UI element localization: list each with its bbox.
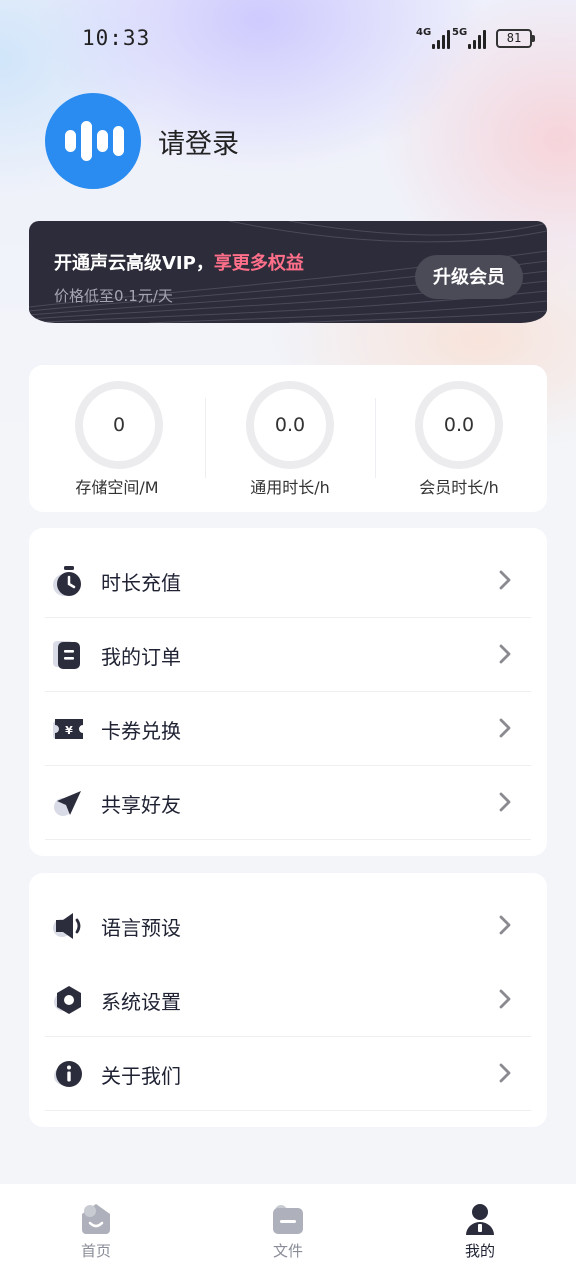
menu-item-orders[interactable]: 我的订单: [45, 618, 531, 692]
menu-item-label: 我的订单: [101, 645, 181, 669]
chevron-right-icon: [499, 570, 511, 590]
menu-item-settings[interactable]: 系统设置: [45, 963, 531, 1037]
chevron-right-icon: [499, 644, 511, 664]
status-time: 10:33: [82, 26, 151, 50]
menu-item-label: 卡券兑换: [101, 719, 181, 743]
stats-card: 0 存储空间/M 0.0 通用时长/h 0.0 会员时长/h: [29, 365, 547, 512]
menu-item-label: 时长充值: [101, 571, 181, 595]
login-link[interactable]: 请登录: [158, 122, 239, 161]
speaker-icon: [53, 913, 81, 939]
storage-label: 存储空间/M: [75, 478, 159, 497]
stat-general-duration[interactable]: 0.0 通用时长/h: [204, 365, 376, 512]
menu-item-recharge[interactable]: 时长充值: [45, 544, 531, 618]
chevron-right-icon: [499, 915, 511, 935]
vip-banner[interactable]: 开通声云高级VIP，享更多权益 价格低至0.1元/天 升级会员: [29, 221, 547, 323]
general-duration-ring: 0.0: [246, 381, 334, 469]
tab-home-label: 首页: [80, 1242, 111, 1260]
vip-title-highlight: 享更多权益: [213, 253, 304, 274]
vip-subtitle: 价格低至0.1元/天: [54, 287, 173, 305]
share-icon: [54, 791, 81, 816]
vip-title: 开通声云高级VIP，享更多权益: [54, 249, 304, 275]
tab-home[interactable]: 首页: [0, 1184, 192, 1280]
menu-item-label: 语言预设: [101, 916, 181, 940]
stopwatch-icon: [53, 566, 81, 596]
menu-item-label: 系统设置: [101, 990, 181, 1014]
menu-item-about[interactable]: 关于我们: [45, 1037, 531, 1111]
upgrade-vip-button[interactable]: 升级会员: [415, 255, 523, 299]
svg-text:¥: ¥: [65, 724, 73, 737]
member-duration-label: 会员时长/h: [419, 478, 499, 497]
settings-icon: [54, 986, 81, 1014]
vip-title-main: 开通声云高级VIP，: [54, 253, 214, 274]
bottom-tab-bar: 首页 文件 我的: [0, 1184, 576, 1280]
row-divider: [45, 839, 531, 840]
tab-files-label: 文件: [272, 1242, 303, 1260]
chevron-right-icon: [499, 792, 511, 812]
battery-icon: 81: [496, 29, 535, 48]
member-duration-ring: 0.0: [415, 381, 503, 469]
stat-storage[interactable]: 0 存储空间/M: [31, 365, 203, 512]
status-bar: 10:33 4G 5G 81: [0, 0, 576, 80]
home-icon: [82, 1204, 110, 1234]
storage-ring: 0: [75, 381, 163, 469]
info-icon: [54, 1061, 82, 1087]
network-type-5g: 5G: [452, 27, 468, 38]
menu-item-label: 关于我们: [101, 1064, 181, 1088]
avatar[interactable]: [45, 93, 141, 189]
menu-item-language[interactable]: 语言预设: [45, 889, 531, 963]
profile-icon: [466, 1204, 494, 1235]
tab-profile[interactable]: 我的: [384, 1184, 576, 1280]
stat-member-duration[interactable]: 0.0 会员时长/h: [373, 365, 545, 512]
tab-profile-label: 我的: [464, 1242, 495, 1260]
menu-item-coupon[interactable]: ¥ 卡券兑换: [45, 692, 531, 766]
secondary-menu: 语言预设 系统设置 关于我们: [29, 873, 547, 1127]
coupon-icon: ¥: [53, 719, 83, 739]
menu-item-share[interactable]: 共享好友: [45, 766, 531, 840]
menu-item-label: 共享好友: [101, 793, 181, 817]
row-divider: [45, 1110, 531, 1111]
primary-menu: 时长充值 我的订单 ¥ 卡券兑换 共享好友: [29, 528, 547, 856]
general-duration-label: 通用时长/h: [250, 478, 330, 497]
order-icon: [53, 641, 80, 669]
network-type-4g: 4G: [416, 27, 432, 38]
tab-files[interactable]: 文件: [192, 1184, 384, 1280]
chevron-right-icon: [499, 989, 511, 1009]
signal-4g-icon: 4G: [416, 27, 456, 49]
chevron-right-icon: [499, 718, 511, 738]
file-icon: [273, 1205, 303, 1234]
signal-5g-icon: 5G: [452, 27, 492, 49]
chevron-right-icon: [499, 1063, 511, 1083]
